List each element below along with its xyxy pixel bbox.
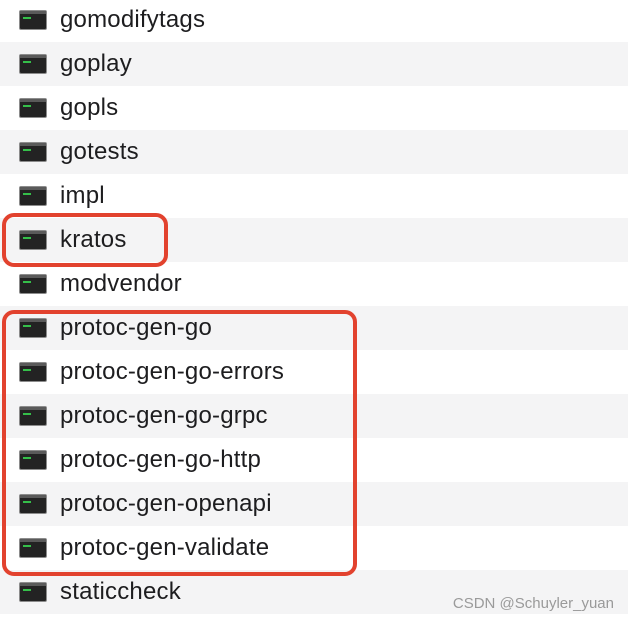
file-row-impl[interactable]: impl	[0, 174, 628, 218]
file-name: gopls	[60, 94, 119, 121]
file-row-gomodifytags[interactable]: gomodifytags	[0, 0, 628, 42]
file-row-gotests[interactable]: gotests	[0, 130, 628, 174]
terminal-executable-icon	[19, 494, 47, 514]
file-row-protoc-gen-validate[interactable]: protoc-gen-validate	[0, 526, 628, 570]
terminal-executable-icon	[19, 186, 47, 206]
file-name: protoc-gen-validate	[60, 534, 270, 561]
file-name: gomodifytags	[60, 6, 206, 33]
terminal-executable-icon	[19, 450, 47, 470]
file-row-protoc-gen-go[interactable]: protoc-gen-go	[0, 306, 628, 350]
terminal-executable-icon	[19, 318, 47, 338]
terminal-executable-icon	[19, 538, 47, 558]
file-row-kratos[interactable]: kratos	[0, 218, 628, 262]
file-name: protoc-gen-go	[60, 314, 213, 341]
terminal-executable-icon	[19, 274, 47, 294]
file-name: protoc-gen-go-http	[60, 446, 262, 473]
watermark: CSDN @Schuyler_yuan	[452, 595, 614, 612]
file-list: gomodifytags goplay gopls gotests impl k…	[0, 0, 628, 614]
file-name: gotests	[60, 138, 139, 165]
file-name: kratos	[60, 226, 127, 253]
file-name: staticcheck	[60, 578, 181, 605]
file-name: protoc-gen-go-errors	[60, 358, 285, 385]
terminal-executable-icon	[19, 230, 47, 250]
terminal-executable-icon	[19, 582, 47, 602]
terminal-executable-icon	[19, 142, 47, 162]
terminal-executable-icon	[19, 54, 47, 74]
file-row-modvendor[interactable]: modvendor	[0, 262, 628, 306]
file-row-protoc-gen-openapi[interactable]: protoc-gen-openapi	[0, 482, 628, 526]
file-name: protoc-gen-go-grpc	[60, 402, 268, 429]
file-row-gopls[interactable]: gopls	[0, 86, 628, 130]
file-row-protoc-gen-go-errors[interactable]: protoc-gen-go-errors	[0, 350, 628, 394]
file-row-protoc-gen-go-http[interactable]: protoc-gen-go-http	[0, 438, 628, 482]
file-name: impl	[60, 182, 105, 209]
file-name: protoc-gen-openapi	[60, 490, 272, 517]
terminal-executable-icon	[19, 98, 47, 118]
terminal-executable-icon	[19, 362, 47, 382]
terminal-executable-icon	[19, 10, 47, 30]
file-row-goplay[interactable]: goplay	[0, 42, 628, 86]
file-name: modvendor	[60, 270, 182, 297]
file-row-protoc-gen-go-grpc[interactable]: protoc-gen-go-grpc	[0, 394, 628, 438]
terminal-executable-icon	[19, 406, 47, 426]
file-name: goplay	[60, 50, 132, 77]
